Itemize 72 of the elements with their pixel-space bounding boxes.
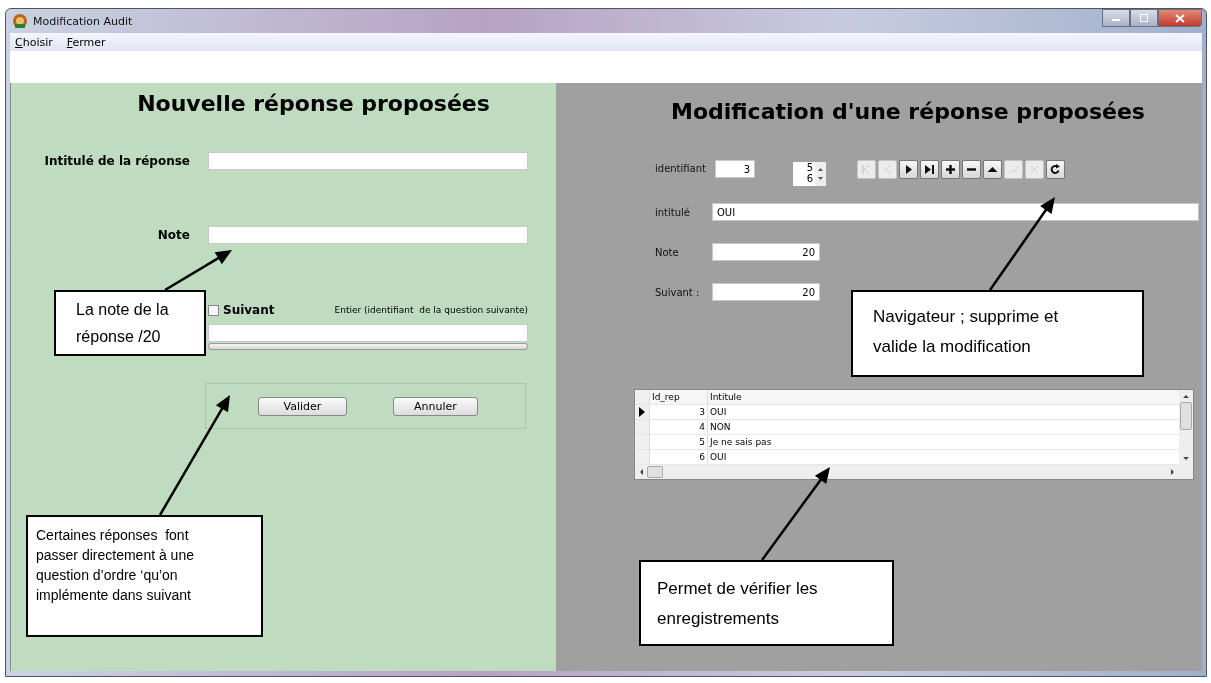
maximize-button[interactable] bbox=[1130, 9, 1158, 27]
field-label: Intitulé de la réponse bbox=[43, 154, 190, 168]
field-label: Suivant : bbox=[655, 286, 701, 298]
panel-title: Nouvelle réponse proposées bbox=[136, 91, 491, 116]
spin-box[interactable]: 5 6 bbox=[793, 162, 826, 186]
table-cell: 4 bbox=[650, 420, 708, 434]
spin-arrows-icon[interactable] bbox=[816, 165, 825, 183]
panel-title: Modification d'une réponse proposées bbox=[670, 99, 1146, 124]
cross-icon bbox=[1028, 164, 1041, 175]
callout-note: Certaines réponses font passer directement à une question d’ordre ‘qu’on implémente dans suivant bbox=[26, 515, 263, 637]
last-button[interactable] bbox=[920, 160, 939, 179]
input-field[interactable]: 20 bbox=[712, 243, 820, 261]
field-label: Note bbox=[655, 246, 680, 258]
maximize-icon bbox=[1139, 14, 1149, 22]
arrow bbox=[164, 250, 232, 292]
app-icon bbox=[12, 13, 28, 29]
table-cell: 6 bbox=[650, 450, 708, 464]
vertical-scroll-bar[interactable] bbox=[1179, 390, 1193, 465]
scroll-thumb[interactable] bbox=[1180, 402, 1192, 430]
table-cell: 5 bbox=[650, 435, 708, 449]
input-field[interactable]: OUI bbox=[712, 203, 1199, 221]
skip-last-icon bbox=[923, 164, 936, 175]
horizontal-scroll-bar[interactable] bbox=[635, 465, 1193, 479]
table-cell-text: Je ne sais pas bbox=[708, 436, 773, 449]
scroll-right-icon[interactable] bbox=[1170, 468, 1176, 476]
plus-icon bbox=[944, 164, 957, 175]
input-field[interactable] bbox=[208, 152, 528, 170]
column-header[interactable]: Id_rep bbox=[650, 390, 708, 404]
up-triangle-icon bbox=[986, 164, 999, 175]
field-label: identifiant bbox=[655, 162, 707, 176]
field-label: intitulé bbox=[655, 206, 691, 218]
window-title: Modification Audit bbox=[33, 14, 133, 28]
callout-note: La note de la réponse /20 bbox=[54, 290, 206, 356]
insert-button[interactable] bbox=[941, 160, 960, 179]
scroll-left-icon[interactable] bbox=[638, 468, 644, 476]
refresh-button[interactable] bbox=[1046, 160, 1065, 179]
menu-item[interactable]: Choisir bbox=[15, 35, 53, 49]
checkbox[interactable] bbox=[208, 304, 219, 316]
row-indicator-icon bbox=[639, 407, 645, 417]
close-button[interactable] bbox=[1158, 9, 1202, 27]
minimize-button[interactable] bbox=[1102, 9, 1130, 27]
delete-button[interactable] bbox=[962, 160, 981, 179]
table-cell: 3 bbox=[650, 405, 708, 419]
edit-button[interactable] bbox=[983, 160, 1002, 179]
callout-note: Navigateur ; supprime et valide la modification bbox=[851, 290, 1144, 377]
form-button[interactable]: Annuler bbox=[393, 396, 478, 416]
checkbox-label: Suivant bbox=[223, 303, 275, 317]
form-button[interactable]: Valider bbox=[258, 396, 347, 416]
table-cell-text: OUI bbox=[709, 451, 728, 464]
scroll-up-icon[interactable] bbox=[1182, 393, 1190, 399]
scroll-down-icon[interactable] bbox=[1182, 456, 1190, 462]
table-cell-text: OUI bbox=[709, 406, 728, 419]
hint-text: Entier (identifiant de la question suivante) bbox=[334, 305, 528, 315]
spin-value: 6 bbox=[806, 173, 813, 184]
scroll-bar[interactable] bbox=[208, 343, 528, 350]
menu-item[interactable]: Fermer bbox=[66, 35, 106, 49]
input-field[interactable]: 3 bbox=[715, 160, 755, 178]
next-button[interactable] bbox=[899, 160, 918, 179]
scroll-thumb[interactable] bbox=[647, 466, 663, 478]
table-cell-text: NON bbox=[709, 421, 732, 434]
refresh-icon bbox=[1049, 164, 1062, 175]
input-field[interactable] bbox=[208, 324, 528, 342]
spin-value: 5 bbox=[806, 162, 813, 173]
callout-note: Permet de vérifier les enregistrements bbox=[639, 560, 894, 646]
check-icon bbox=[1007, 164, 1020, 175]
column-header[interactable]: Intitule bbox=[708, 390, 1179, 404]
field-label: Note bbox=[156, 228, 190, 242]
input-field[interactable]: 20 bbox=[712, 283, 820, 301]
skip-first-icon bbox=[860, 164, 873, 175]
input-field[interactable] bbox=[208, 226, 528, 244]
close-icon bbox=[1175, 13, 1185, 23]
row-header[interactable] bbox=[635, 405, 650, 419]
